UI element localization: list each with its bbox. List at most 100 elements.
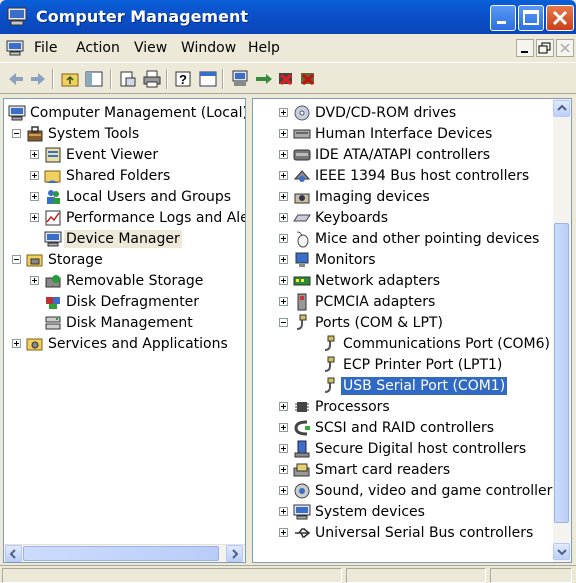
scroll-up-button[interactable] [553,100,570,117]
scan-hardware-icon[interactable] [230,69,250,89]
expand-icon[interactable] [279,108,288,117]
expand-icon[interactable] [279,423,288,432]
system-devices-icon [293,504,311,520]
title-bar[interactable]: Computer Management [0,0,576,34]
tree-item-label: Computer Management (Local) [30,105,246,121]
tree-item-label: Event Viewer [66,147,159,163]
expand-icon[interactable] [279,444,288,453]
processor-icon [295,402,309,412]
port-connector-icon [324,335,335,351]
expand-icon[interactable] [279,507,288,516]
tree-item-label: System Tools [48,126,140,142]
collapse-icon[interactable] [279,318,288,327]
device-label: Secure Digital host controllers [315,441,527,457]
expand-icon[interactable] [279,402,288,411]
expand-icon[interactable] [279,129,288,138]
collapse-icon[interactable] [12,255,21,264]
horizontal-scroll-thumb[interactable] [23,546,219,561]
menu-action[interactable]: Action [76,40,120,56]
defragmenter-icon [46,297,60,309]
menu-window[interactable]: Window [181,40,236,56]
device-label: DVD/CD-ROM drives [315,105,457,121]
console-tree-pane[interactable]: Computer Management (Local) System Tools… [3,98,246,563]
collapse-icon[interactable] [12,129,21,138]
vertical-scroll-thumb[interactable] [554,223,569,523]
up-folder-icon[interactable] [60,69,80,89]
back-arrow-icon[interactable] [6,69,26,89]
expand-icon[interactable] [30,276,39,285]
dvd-drive-icon [294,105,310,121]
toolbar-separator [222,69,224,89]
show-hide-tree-icon[interactable] [84,69,104,89]
toolbar-separator [52,69,54,89]
toolbar-separator [166,69,168,89]
menu-file[interactable]: File [34,40,57,56]
help-icon[interactable]: ? [174,69,194,89]
tree-item-label: Local Users and Groups [66,189,232,205]
expand-icon[interactable] [279,192,288,201]
close-button[interactable] [546,5,574,31]
expand-icon[interactable] [30,171,39,180]
device-label: IDE ATA/ATAPI controllers [315,147,491,163]
expand-icon[interactable] [30,213,39,222]
properties-icon[interactable] [118,69,138,89]
console-window-icon[interactable] [198,69,218,89]
print-icon[interactable] [142,69,162,89]
expand-icon[interactable] [279,465,288,474]
device-label: System devices [315,504,425,520]
vertical-scrollbar[interactable] [553,99,571,562]
mdi-restore-button[interactable] [536,39,554,57]
expand-icon[interactable] [279,528,288,537]
computer-management-icon [7,7,27,26]
toolbar: ? [0,62,576,94]
disable-device-icon[interactable] [276,69,296,89]
minimize-icon [497,21,506,24]
scroll-left-button[interactable] [5,545,22,562]
expand-icon[interactable] [279,171,288,180]
menu-help[interactable]: Help [248,40,280,56]
expand-icon[interactable] [279,486,288,495]
device-label: Smart card readers [315,462,451,478]
restore-icon [538,42,551,54]
mdi-minimize-button[interactable] [516,39,534,57]
expand-icon[interactable] [30,150,39,159]
tree-item-label: Performance Logs and Ale [66,210,246,226]
status-panel [346,568,486,583]
minimize-button[interactable] [490,5,516,31]
device-label: Network adapters [315,273,440,289]
computer-icon[interactable] [6,39,24,57]
computer-management-icon [8,105,26,121]
horizontal-scrollbar[interactable] [4,544,245,562]
window-title: Computer Management [36,7,248,26]
expand-icon[interactable] [279,213,288,222]
pcmcia-icon [297,293,307,311]
usb-icon [295,528,311,538]
device-label: PCMCIA adapters [315,294,436,310]
monitor-icon [295,252,309,267]
event-viewer-icon [45,147,61,163]
expand-icon[interactable] [30,192,39,201]
expand-icon[interactable] [279,255,288,264]
device-label: Human Interface Devices [315,126,493,142]
expand-icon[interactable] [279,297,288,306]
expand-icon[interactable] [279,150,288,159]
update-driver-icon[interactable] [254,69,274,89]
forward-arrow-icon[interactable] [28,69,48,89]
shared-folder-icon [44,170,61,183]
menu-view[interactable]: View [134,40,167,56]
ide-controller-icon [293,149,311,161]
scroll-right-button[interactable] [226,545,243,562]
expand-icon[interactable] [12,339,21,348]
device-manager-icon [44,231,62,247]
expand-icon[interactable] [279,234,288,243]
device-tree-pane[interactable]: DVD/CD-ROM drives Human Interface Device… [252,98,572,563]
expand-icon[interactable] [279,276,288,285]
maximize-button[interactable] [518,5,544,31]
device-label: Imaging devices [315,189,430,205]
mdi-close-button[interactable] [556,39,574,57]
scroll-down-button[interactable] [553,543,570,560]
uninstall-device-icon[interactable] [298,69,318,89]
arrow-up-icon [557,104,567,111]
port-connector-icon [324,377,335,393]
performance-logs-icon [45,210,61,226]
